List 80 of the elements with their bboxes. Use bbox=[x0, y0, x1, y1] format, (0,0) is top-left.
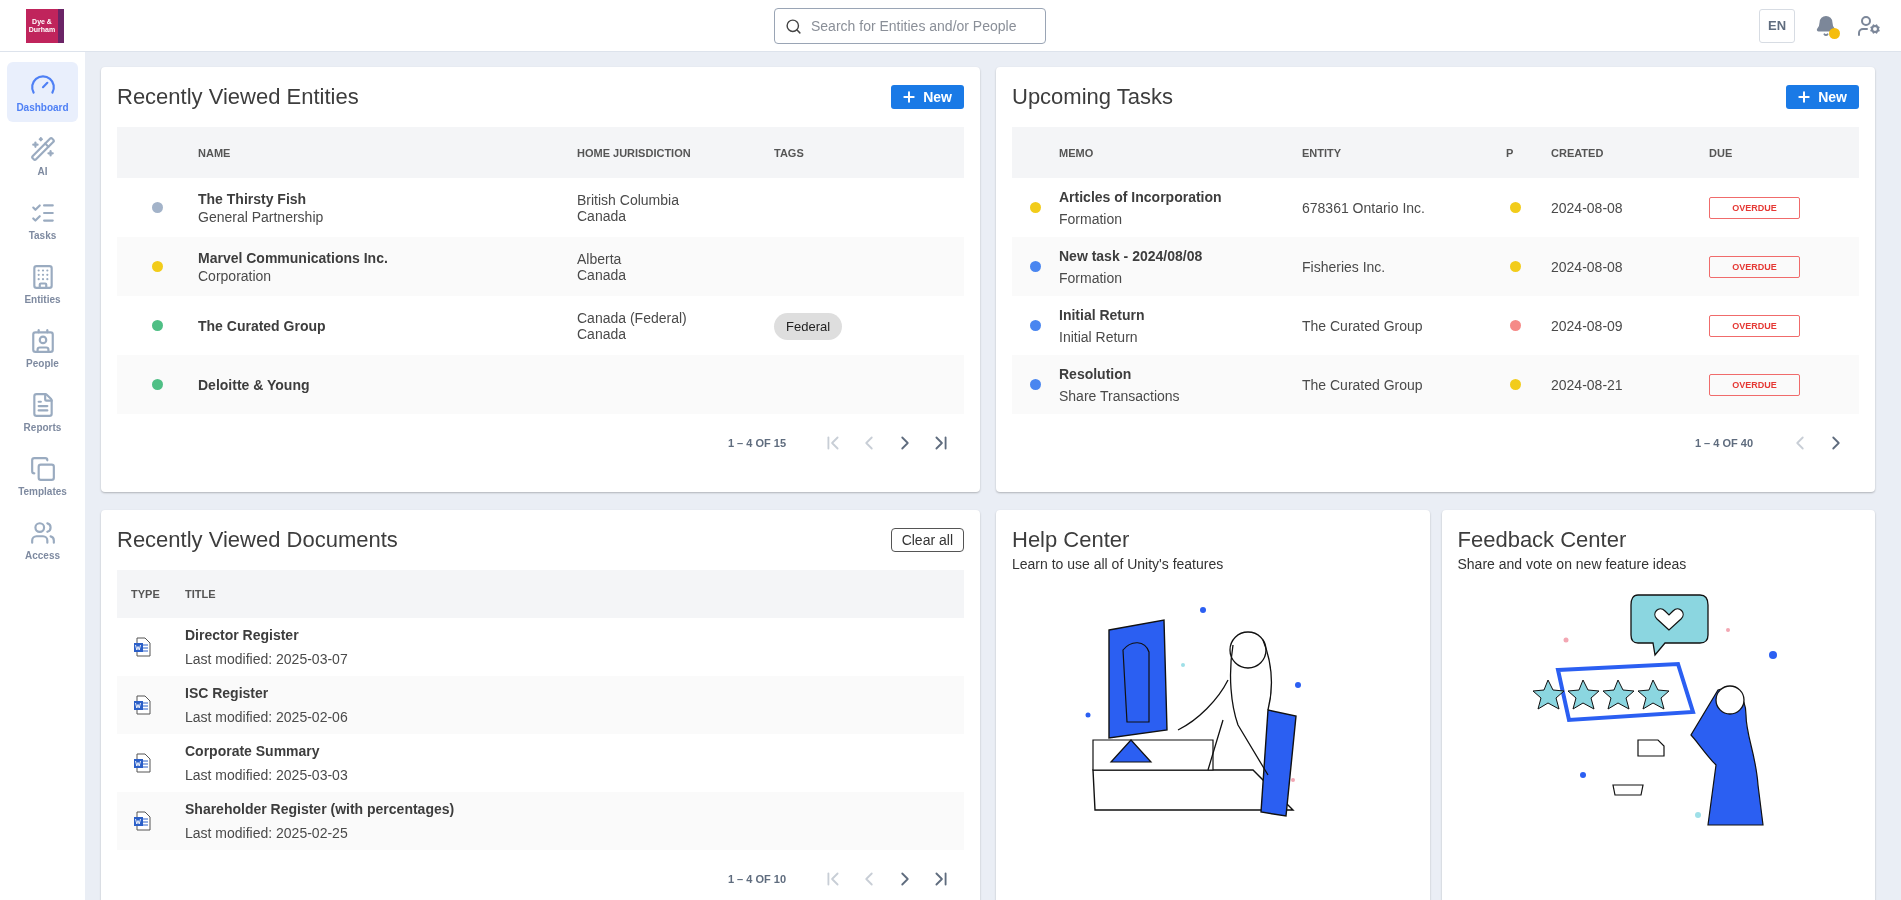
card-title: Recently Viewed Entities bbox=[117, 84, 359, 110]
modified-date: Last modified: 2025-02-25 bbox=[185, 825, 349, 841]
sidebar-item[interactable]: Entities bbox=[7, 254, 78, 314]
document-title: Corporate Summary bbox=[185, 743, 321, 759]
sidebar-item[interactable]: Reports bbox=[7, 382, 78, 442]
card-title: Recently Viewed Documents bbox=[117, 527, 398, 553]
created-date: 2024-08-09 bbox=[1551, 317, 1624, 334]
modified-date: Last modified: 2025-03-07 bbox=[185, 651, 349, 667]
document-title: Director Register bbox=[185, 627, 300, 643]
created-date: 2024-08-08 bbox=[1551, 199, 1624, 216]
sidebar-item[interactable]: People bbox=[7, 318, 78, 378]
task-memo: Articles of Incorporation bbox=[1059, 188, 1223, 205]
column-header: MEMO bbox=[1059, 146, 1095, 159]
jurisdiction-text: Canada bbox=[577, 325, 628, 342]
jurisdiction-text: Alberta bbox=[577, 250, 623, 267]
task-category: Share Transactions bbox=[1059, 387, 1181, 404]
table-row[interactable]: Marvel Communications Inc. Corporation Alberta Canada bbox=[117, 237, 964, 296]
card-title: Feedback Center bbox=[1457, 527, 1627, 553]
entity-name: The Curated Group bbox=[198, 317, 327, 334]
entity-name: The Thirsty Fish bbox=[198, 190, 308, 207]
column-header: HOME JURISDICTION bbox=[577, 146, 692, 159]
task-category: Formation bbox=[1059, 210, 1124, 227]
jurisdiction-text: Canada bbox=[577, 266, 628, 283]
jurisdiction-text: British Columbia bbox=[577, 191, 680, 208]
modified-date: Last modified: 2025-02-06 bbox=[185, 709, 349, 725]
page-range: 1 – 4 OF 40 bbox=[1694, 437, 1753, 449]
task-memo: Initial Return bbox=[1059, 306, 1146, 323]
card-title: Upcoming Tasks bbox=[1012, 84, 1173, 110]
page-range: 1 – 4 OF 10 bbox=[727, 873, 786, 885]
page-range: 1 – 4 OF 15 bbox=[727, 437, 786, 449]
language-button[interactable]: EN bbox=[1759, 8, 1795, 43]
column-header: TAGS bbox=[774, 146, 805, 159]
clear-all-button[interactable]: Clear all bbox=[890, 528, 964, 552]
column-header: CREATED bbox=[1551, 146, 1605, 159]
overdue-badge: OVERDUE bbox=[1709, 373, 1800, 396]
entity-text: The Curated Group bbox=[1302, 317, 1424, 334]
table-row[interactable]: Shareholder Register (with percentages) Last modified: 2025-02-25 bbox=[117, 792, 964, 850]
entity-name: Marvel Communications Inc. bbox=[198, 249, 389, 266]
column-header: TITLE bbox=[185, 588, 217, 600]
document-title: Shareholder Register (with percentages) bbox=[185, 801, 456, 817]
table-row[interactable]: Resolution Share Transactions The Curated Group 2024-08-21 OVERDUE bbox=[1012, 355, 1859, 414]
overdue-badge: OVERDUE bbox=[1709, 196, 1800, 219]
card-subtitle: Learn to use all of Unity's features bbox=[1012, 556, 1225, 572]
entity-text: 678361 Ontario Inc. bbox=[1302, 199, 1426, 216]
entity-type: General Partnership bbox=[198, 208, 325, 225]
column-header: TYPE bbox=[131, 588, 161, 600]
sidebar-item[interactable]: Tasks bbox=[7, 190, 78, 250]
sidebar-item[interactable]: Access bbox=[7, 510, 78, 570]
jurisdiction-text: Canada (Federal) bbox=[577, 309, 688, 326]
sidebar-item[interactable]: AI bbox=[7, 126, 78, 186]
entity-type: Corporation bbox=[198, 267, 273, 284]
column-header: ENTITY bbox=[1302, 146, 1343, 159]
jurisdiction-text: Canada bbox=[577, 207, 628, 224]
entity-text: Fisheries Inc. bbox=[1302, 258, 1387, 275]
column-header: DUE bbox=[1709, 146, 1734, 159]
task-memo: New task - 2024/08/08 bbox=[1059, 247, 1204, 264]
column-header: NAME bbox=[198, 146, 232, 159]
overdue-badge: OVERDUE bbox=[1709, 255, 1800, 278]
card-subtitle: Share and vote on new feature ideas bbox=[1457, 556, 1688, 572]
task-category: Formation bbox=[1059, 269, 1124, 286]
task-category: Initial Return bbox=[1059, 328, 1139, 345]
overdue-badge: OVERDUE bbox=[1709, 314, 1800, 337]
new-button[interactable]: New bbox=[1786, 85, 1859, 109]
document-title: ISC Register bbox=[185, 685, 270, 701]
created-date: 2024-08-21 bbox=[1551, 376, 1624, 393]
search-field[interactable]: Search for Entities and/or People bbox=[774, 7, 1046, 44]
help-center-card[interactable]: Help Center Learn to use all of Unity's features bbox=[996, 510, 1430, 900]
modified-date: Last modified: 2025-03-03 bbox=[185, 767, 349, 783]
tag-chip: Federal bbox=[774, 312, 843, 340]
feedback-center-card[interactable]: Feedback Center Share and vote on new feature ideas bbox=[1441, 510, 1875, 900]
created-date: 2024-08-08 bbox=[1551, 258, 1624, 275]
column-header: P bbox=[1506, 146, 1515, 159]
card-title: Help Center bbox=[1012, 527, 1130, 553]
task-memo: Resolution bbox=[1059, 365, 1133, 382]
new-button[interactable]: New bbox=[891, 85, 964, 109]
entity-name: Deloitte & Young bbox=[198, 376, 311, 393]
entity-text: The Curated Group bbox=[1302, 376, 1424, 393]
table-row[interactable]: New task - 2024/08/08 Formation Fisheries Inc. 2024-08-08 OVERDUE bbox=[1012, 237, 1859, 296]
table-row[interactable]: Deloitte & Young bbox=[117, 355, 964, 414]
table-row[interactable]: ISC Register Last modified: 2025-02-06 bbox=[117, 676, 964, 734]
